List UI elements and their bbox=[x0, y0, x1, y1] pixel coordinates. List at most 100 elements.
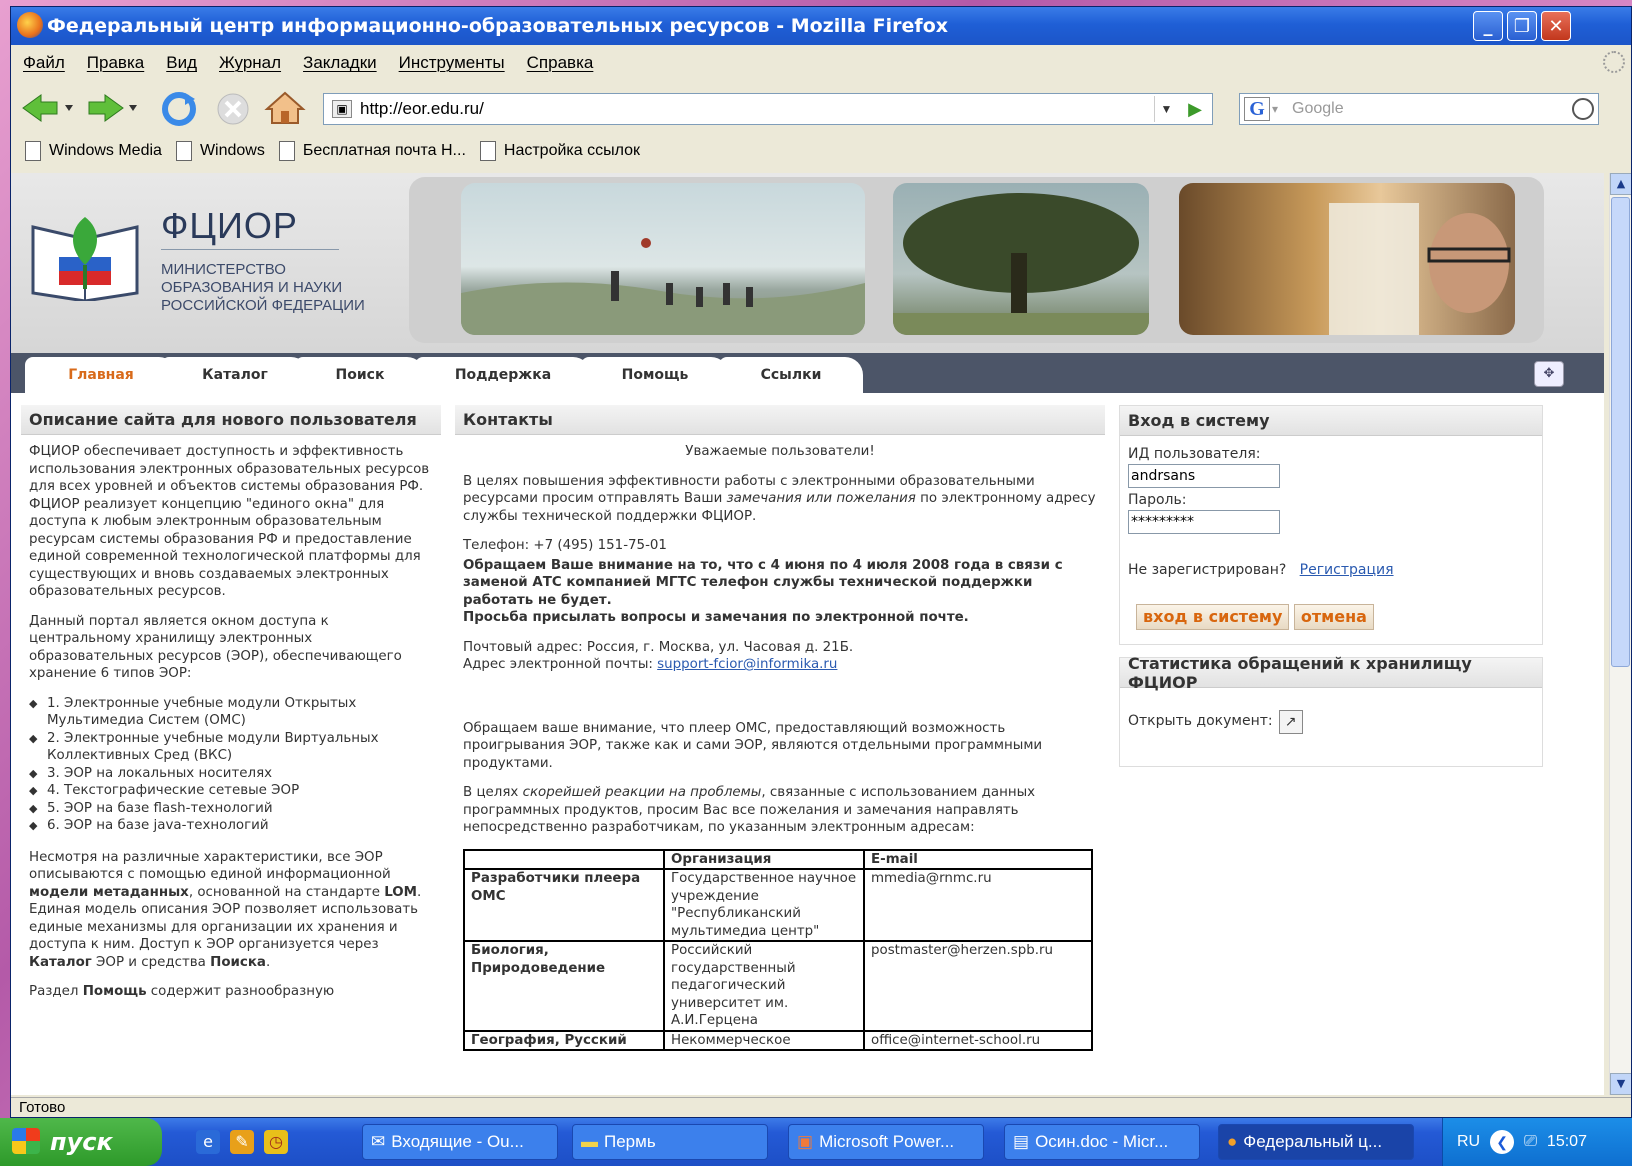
cancel-button[interactable]: отмена bbox=[1293, 604, 1374, 630]
minimize-button[interactable]: _ bbox=[1473, 11, 1503, 41]
tab-home[interactable]: Главная bbox=[25, 357, 177, 393]
text-run: ЭОР и средства bbox=[91, 954, 211, 970]
register-link[interactable]: Регистрация bbox=[1300, 562, 1394, 578]
left-column-title: Описание сайта для нового пользователя bbox=[21, 405, 441, 435]
table-cell: Некоммерческое bbox=[663, 1029, 865, 1051]
maximize-button[interactable]: ❐ bbox=[1507, 11, 1537, 41]
left-column-body: ФЦИОР обеспечивает доступность и эффекти… bbox=[21, 435, 441, 1021]
text-run: Каталог bbox=[29, 954, 92, 970]
bookmark-item[interactable]: Бесплатная почта Н... bbox=[278, 141, 466, 161]
text-run: Просьба присылать вопросы и замечания по… bbox=[463, 610, 969, 625]
menu-history[interactable]: Журнал bbox=[219, 53, 281, 73]
scroll-down-icon[interactable]: ▼ bbox=[1610, 1073, 1631, 1095]
menu-file[interactable]: Файл bbox=[23, 53, 65, 73]
google-engine-icon[interactable]: G bbox=[1244, 97, 1270, 121]
start-button[interactable]: пуск bbox=[0, 1118, 162, 1166]
vertical-scrollbar[interactable]: ▲ ▼ bbox=[1609, 173, 1631, 1095]
table-header: Организация bbox=[663, 848, 865, 870]
logo-sub-line: МИНИСТЕРСТВО bbox=[161, 261, 286, 278]
bookmark-item[interactable]: Настройка ссылок bbox=[479, 141, 640, 161]
firefox-logo-icon bbox=[17, 12, 43, 38]
greeting: Уважаемые пользователи! bbox=[685, 444, 875, 459]
page-icon bbox=[175, 141, 192, 161]
reload-icon[interactable] bbox=[159, 91, 199, 127]
table-header: E-mail bbox=[863, 848, 1093, 870]
password-label: Пароль: bbox=[1128, 492, 1187, 508]
close-button[interactable]: ✕ bbox=[1541, 11, 1571, 41]
bookmark-item[interactable]: Windows Media bbox=[25, 141, 162, 161]
expand-icon[interactable]: ✥ bbox=[1534, 361, 1564, 387]
task-perm-folder[interactable]: ▬ Пермь bbox=[572, 1124, 768, 1160]
tray-arrow-icon[interactable]: ❮ bbox=[1490, 1130, 1515, 1154]
stop-icon[interactable] bbox=[213, 91, 253, 127]
home-icon[interactable] bbox=[263, 89, 307, 127]
task-label: Входящие - Ou... bbox=[391, 1132, 524, 1151]
tree-photo bbox=[893, 183, 1149, 335]
list-item: 2. Электронные учебные модули Виртуальны… bbox=[29, 730, 433, 765]
description-paragraph: ФЦИОР обеспечивает доступность и эффекти… bbox=[29, 444, 430, 599]
media-icon[interactable]: ✎ bbox=[230, 1130, 254, 1154]
task-firefox[interactable]: ● Федеральный ц... bbox=[1218, 1124, 1414, 1160]
open-document-icon[interactable]: ↗ bbox=[1278, 710, 1303, 734]
tab-search[interactable]: Поиск bbox=[295, 357, 425, 393]
text-run: Обращаем Ваше внимание на то, что с 4 ию… bbox=[463, 557, 1063, 608]
search-box[interactable]: G ▾ Google bbox=[1239, 93, 1599, 125]
go-icon[interactable]: ▶ bbox=[1182, 96, 1208, 122]
network-icon[interactable]: ⎚ bbox=[1524, 1133, 1537, 1151]
notice-bold: Просьба присылать вопросы и замечания по… bbox=[463, 609, 1097, 627]
menu-tools[interactable]: Инструменты bbox=[399, 53, 505, 73]
list-item: 1. Электронные учебные модули Открытых М… bbox=[29, 695, 433, 730]
bookmark-label: Бесплатная почта Н... bbox=[302, 142, 466, 159]
contacts-body: Уважаемые пользователи! В целях повышени… bbox=[455, 435, 1105, 1059]
user-id-input[interactable]: andrsans bbox=[1128, 464, 1280, 488]
menu-bookmarks[interactable]: Закладки bbox=[303, 53, 377, 73]
ie-icon[interactable]: e bbox=[196, 1130, 220, 1154]
folder-icon: ▬ bbox=[581, 1132, 598, 1151]
site-tab-bar: Главная Каталог Поиск Поддержка Помощь С… bbox=[11, 353, 1604, 393]
list-item: 6. ЭОР на базе java-технологий bbox=[29, 817, 433, 835]
table-cell: Разработчики плеера ОМС bbox=[463, 868, 665, 942]
scroll-up-icon[interactable]: ▲ bbox=[1610, 173, 1631, 195]
fcior-book-logo-icon bbox=[31, 217, 139, 301]
clock: 15:07 bbox=[1546, 1133, 1587, 1150]
description-paragraph: Несмотря на различные характеристики, вс… bbox=[29, 849, 433, 972]
url-dropdown-icon[interactable]: ▼ bbox=[1154, 96, 1178, 122]
stats-body: Открыть документ: ↗ bbox=[1120, 688, 1542, 742]
menu-view[interactable]: Вид bbox=[166, 53, 197, 73]
tab-catalog[interactable]: Каталог bbox=[161, 357, 309, 393]
stats-panel: Статистика обращений к хранилищу ФЦИОР О… bbox=[1119, 654, 1543, 767]
support-email-link[interactable]: support-fcior@informika.ru bbox=[657, 657, 837, 672]
bookmark-item[interactable]: Windows bbox=[175, 141, 265, 161]
clock-app-icon[interactable]: ◷ bbox=[264, 1130, 288, 1154]
forward-icon[interactable] bbox=[85, 91, 141, 125]
start-label: пуск bbox=[50, 1128, 113, 1156]
engine-dropdown-icon[interactable]: ▾ bbox=[1272, 96, 1278, 122]
postal-address: Почтовый адрес: Россия, г. Москва, ул. Ч… bbox=[463, 639, 854, 655]
login-button[interactable]: вход в систему bbox=[1136, 604, 1290, 630]
language-indicator[interactable]: RU bbox=[1457, 1133, 1480, 1151]
description-paragraph: Раздел Помощь содержит разнообразную bbox=[29, 983, 433, 1001]
search-icon[interactable] bbox=[1572, 98, 1594, 120]
task-word[interactable]: ▤ Осин.doc - Micr... bbox=[1004, 1124, 1200, 1160]
task-outlook[interactable]: ✉ Входящие - Ou... bbox=[362, 1124, 558, 1160]
table-row: География, Русский Некоммерческое office… bbox=[463, 1029, 1093, 1051]
window-title: Федеральный центр информационно-образова… bbox=[47, 15, 949, 37]
menu-help[interactable]: Справка bbox=[527, 53, 594, 73]
kids-playing-photo bbox=[461, 183, 865, 335]
address-bar[interactable]: ▣ http://eor.edu.ru/ ▼ ▶ bbox=[323, 93, 1213, 125]
text-run: . bbox=[265, 954, 271, 970]
taskbar: пуск e ✎ ◷ ✉ Входящие - Ou... ▬ Пермь ▣ Mic… bbox=[0, 1118, 1632, 1166]
text-run: замечания или пожелания bbox=[726, 491, 916, 506]
tab-help[interactable]: Помощь bbox=[581, 357, 729, 393]
tab-links[interactable]: Ссылки bbox=[719, 357, 863, 393]
task-powerpoint[interactable]: ▣ Microsoft Power... bbox=[788, 1124, 984, 1160]
bookmark-label: Windows Media bbox=[49, 142, 162, 159]
tab-support[interactable]: Поддержка bbox=[415, 357, 591, 393]
login-body: ИД пользователя: andrsans Пароль: ******… bbox=[1120, 436, 1542, 644]
text-run: В целях bbox=[463, 785, 523, 800]
menu-edit[interactable]: Правка bbox=[87, 53, 144, 73]
password-input[interactable]: ********* bbox=[1128, 510, 1280, 534]
scroll-thumb[interactable] bbox=[1611, 197, 1630, 667]
back-icon[interactable] bbox=[19, 91, 75, 125]
table-cell: mmedia@rnmc.ru bbox=[863, 868, 1093, 942]
